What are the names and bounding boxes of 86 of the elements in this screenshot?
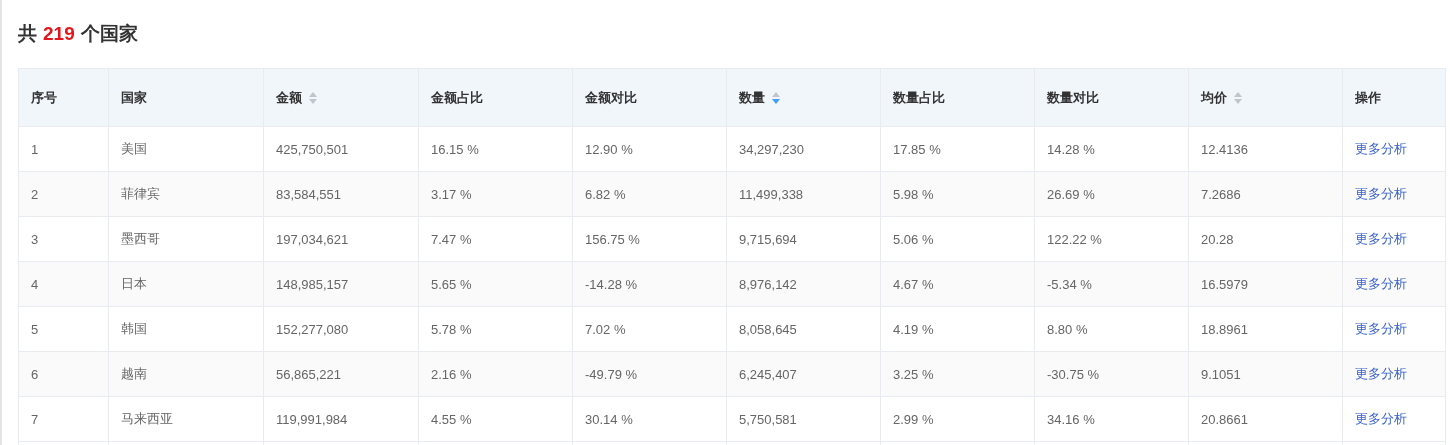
more-analysis-link[interactable]: 更多分析 xyxy=(1355,141,1407,156)
table-cell: 5.78 % xyxy=(431,321,472,337)
table-cell: 20.28 xyxy=(1201,231,1234,247)
table-cell: 菲律宾 xyxy=(121,186,160,201)
country-count: 219 xyxy=(43,23,75,45)
table-cell: 5 xyxy=(31,321,39,337)
table-cell: 12.90 % xyxy=(585,141,633,157)
table-cell: 6,245,407 xyxy=(739,366,797,382)
table-cell: 6.82 % xyxy=(585,186,626,202)
table-cell: 8,976,142 xyxy=(739,276,797,292)
table-cell: 马来西亚 xyxy=(121,411,173,426)
column-header[interactable]: 数量 xyxy=(739,88,765,107)
table-cell: 3 xyxy=(31,231,39,247)
table-cell: 2.99 % xyxy=(893,411,934,427)
column-header: 国家 xyxy=(121,88,147,107)
table-cell: 6 xyxy=(31,366,39,382)
sort-icon[interactable] xyxy=(308,90,318,105)
table-cell: -5.34 % xyxy=(1047,276,1092,292)
column-header: 数量占比 xyxy=(893,88,945,107)
heading-text: 共 xyxy=(18,22,37,46)
table-cell: 1 xyxy=(31,141,39,157)
table-cell: 197,034,621 xyxy=(276,231,349,247)
table-cell: 2 xyxy=(31,186,39,202)
table-cell: 17.85 % xyxy=(893,141,941,157)
table-cell: 4.67 % xyxy=(893,276,934,292)
column-header: 数量对比 xyxy=(1047,88,1099,107)
table-cell: 18.8961 xyxy=(1201,321,1248,337)
table-cell: -30.75 % xyxy=(1047,366,1100,382)
table-cell: 425,750,501 xyxy=(276,141,349,157)
more-analysis-link[interactable]: 更多分析 xyxy=(1355,321,1407,336)
table-cell: 美国 xyxy=(121,141,147,156)
table-cell: 5.65 % xyxy=(431,276,472,292)
table-cell: 韩国 xyxy=(121,321,147,336)
table-cell: 5.06 % xyxy=(893,231,934,247)
more-analysis-link[interactable]: 更多分析 xyxy=(1355,276,1407,291)
table-cell: 9.1051 xyxy=(1201,366,1241,382)
table-cell: 7.02 % xyxy=(585,321,626,337)
table-cell: 4.19 % xyxy=(893,321,934,337)
table-cell: 30.14 % xyxy=(585,411,633,427)
table-cell: 5.98 % xyxy=(893,186,934,202)
column-header[interactable]: 金额 xyxy=(276,88,302,107)
table-cell: 156.75 % xyxy=(585,231,640,247)
column-header: 操作 xyxy=(1355,88,1381,107)
table-cell: 9,715,694 xyxy=(739,231,797,247)
more-analysis-link[interactable]: 更多分析 xyxy=(1355,231,1407,246)
table-cell: 119,991,984 xyxy=(276,411,348,427)
table-cell: 12.4136 xyxy=(1201,141,1248,157)
table-cell: 4 xyxy=(31,276,39,292)
table-cell: 11,499,338 xyxy=(739,186,804,202)
table-cell: 20.8661 xyxy=(1201,411,1248,427)
table-cell: 4.55 % xyxy=(431,411,472,427)
more-analysis-link[interactable]: 更多分析 xyxy=(1355,366,1407,381)
table-cell: -49.79 % xyxy=(585,366,638,382)
table-cell: 34.16 % xyxy=(1047,411,1095,427)
table-cell: 122.22 % xyxy=(1047,231,1102,247)
table-cell: 2.16 % xyxy=(431,366,472,382)
table-cell: 越南 xyxy=(121,366,147,381)
more-analysis-link[interactable]: 更多分析 xyxy=(1355,411,1407,426)
table-cell: -14.28 % xyxy=(585,276,638,292)
table-cell: 3.25 % xyxy=(893,366,934,382)
table-cell: 日本 xyxy=(121,276,147,291)
more-analysis-link[interactable]: 更多分析 xyxy=(1355,186,1407,201)
table-cell: 墨西哥 xyxy=(121,231,160,246)
table-cell: 5,750,581 xyxy=(739,411,797,427)
table-cell: 16.5979 xyxy=(1201,276,1248,292)
sort-icon[interactable] xyxy=(771,90,781,105)
heading-text: 个国家 xyxy=(80,22,138,46)
sort-icon[interactable] xyxy=(1233,90,1243,105)
table-cell: 8.80 % xyxy=(1047,321,1088,337)
table-cell: 14.28 % xyxy=(1047,141,1095,157)
table-cell: 7.47 % xyxy=(431,231,472,247)
table-cell: 16.15 % xyxy=(431,141,479,157)
table-cell: 152,277,080 xyxy=(276,321,349,337)
table-cell: 56,865,221 xyxy=(276,366,342,382)
table-cell: 7.2686 xyxy=(1201,186,1241,202)
table-cell: 34,297,230 xyxy=(739,141,805,157)
table-cell: 7 xyxy=(31,411,39,427)
table-cell: 148,985,157 xyxy=(276,276,349,292)
column-header: 序号 xyxy=(31,88,57,107)
table-cell: 26.69 % xyxy=(1047,186,1095,202)
table-cell: 3.17 % xyxy=(431,186,472,202)
column-header: 金额占比 xyxy=(431,88,483,107)
column-header[interactable]: 均价 xyxy=(1201,88,1227,107)
column-header: 金额对比 xyxy=(585,88,637,107)
table-cell: 83,584,551 xyxy=(276,186,342,202)
table-cell: 8,058,645 xyxy=(739,321,797,337)
